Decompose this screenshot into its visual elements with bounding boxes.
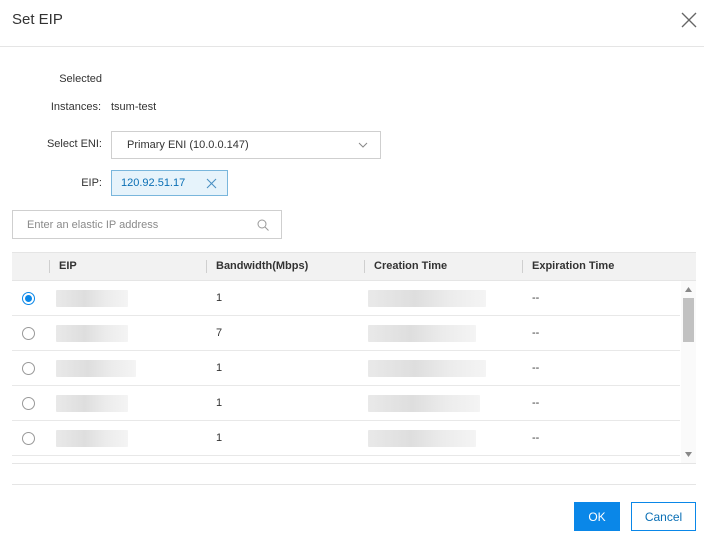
column-separator — [49, 260, 50, 273]
instances-value: tsum-test — [111, 101, 157, 113]
row-radio[interactable] — [22, 327, 35, 340]
scroll-up-icon[interactable] — [685, 287, 692, 292]
bandwidth-cell: 1 — [216, 362, 223, 374]
eip-tag-value: 120.92.51.17 — [121, 177, 186, 189]
dialog-title: Set EIP — [12, 11, 63, 28]
column-header-eip: EIP — [59, 260, 77, 272]
row-radio[interactable] — [22, 397, 35, 410]
table-row[interactable]: 7 -- — [12, 316, 680, 351]
footer-divider — [12, 484, 696, 485]
selected-label: Selected — [59, 73, 102, 85]
redacted-eip — [56, 430, 128, 447]
row-radio[interactable] — [22, 292, 35, 305]
expiration-cell: -- — [532, 432, 540, 444]
bandwidth-cell: 7 — [216, 327, 223, 339]
redacted-creation-time — [368, 360, 486, 377]
search-box — [12, 210, 282, 239]
column-header-bandwidth: Bandwidth(Mbps) — [216, 260, 309, 272]
bandwidth-cell: 1 — [216, 397, 223, 409]
redacted-eip — [56, 325, 128, 342]
eni-select[interactable]: Primary ENI (10.0.0.147) — [111, 131, 381, 159]
eip-tag: 120.92.51.17 — [111, 170, 228, 196]
column-header-creation-time: Creation Time — [374, 260, 448, 272]
set-eip-dialog: Set EIP Selected Instances: tsum-test Se… — [0, 0, 704, 534]
chevron-down-icon — [358, 142, 368, 148]
eni-label: Select ENI: — [46, 138, 102, 150]
redacted-creation-time — [368, 290, 486, 307]
search-icon[interactable] — [257, 219, 269, 231]
bandwidth-cell: 1 — [216, 292, 223, 304]
column-separator — [364, 260, 365, 273]
bandwidth-cell: 1 — [216, 432, 223, 444]
eip-label: EIP: — [81, 177, 102, 189]
table-row[interactable]: 1 -- — [12, 351, 680, 386]
column-header-expiration-time: Expiration Time — [532, 260, 615, 272]
close-icon — [681, 12, 697, 28]
search-input[interactable] — [13, 211, 253, 238]
close-button[interactable] — [679, 10, 699, 30]
expiration-cell: -- — [532, 327, 540, 339]
redacted-creation-time — [368, 325, 476, 342]
scroll-thumb[interactable] — [683, 298, 694, 342]
dialog-header: Set EIP — [0, 0, 704, 47]
expiration-cell: -- — [532, 292, 540, 304]
row-radio[interactable] — [22, 362, 35, 375]
table-header: EIP Bandwidth(Mbps) Creation Time Expira… — [12, 252, 696, 281]
column-separator — [206, 260, 207, 273]
redacted-creation-time — [368, 430, 476, 447]
row-radio[interactable] — [22, 432, 35, 445]
eip-table: EIP Bandwidth(Mbps) Creation Time Expira… — [12, 252, 696, 464]
expiration-cell: -- — [532, 397, 540, 409]
table-scrollbar[interactable] — [681, 281, 696, 463]
instances-label: Instances: — [50, 101, 101, 113]
eni-select-value: Primary ENI (10.0.0.147) — [127, 139, 249, 151]
ok-button[interactable]: OK — [574, 502, 620, 531]
close-icon[interactable] — [206, 178, 217, 189]
expiration-cell: -- — [532, 362, 540, 374]
redacted-eip — [56, 395, 128, 412]
scroll-down-icon[interactable] — [685, 452, 692, 457]
table-row[interactable]: 1 -- — [12, 281, 680, 316]
redacted-eip — [56, 360, 136, 377]
column-separator — [522, 260, 523, 273]
cancel-button[interactable]: Cancel — [631, 502, 696, 531]
redacted-creation-time — [368, 395, 480, 412]
table-row[interactable]: 1 -- — [12, 421, 680, 456]
table-row[interactable]: 1 -- — [12, 386, 680, 421]
redacted-eip — [56, 290, 128, 307]
